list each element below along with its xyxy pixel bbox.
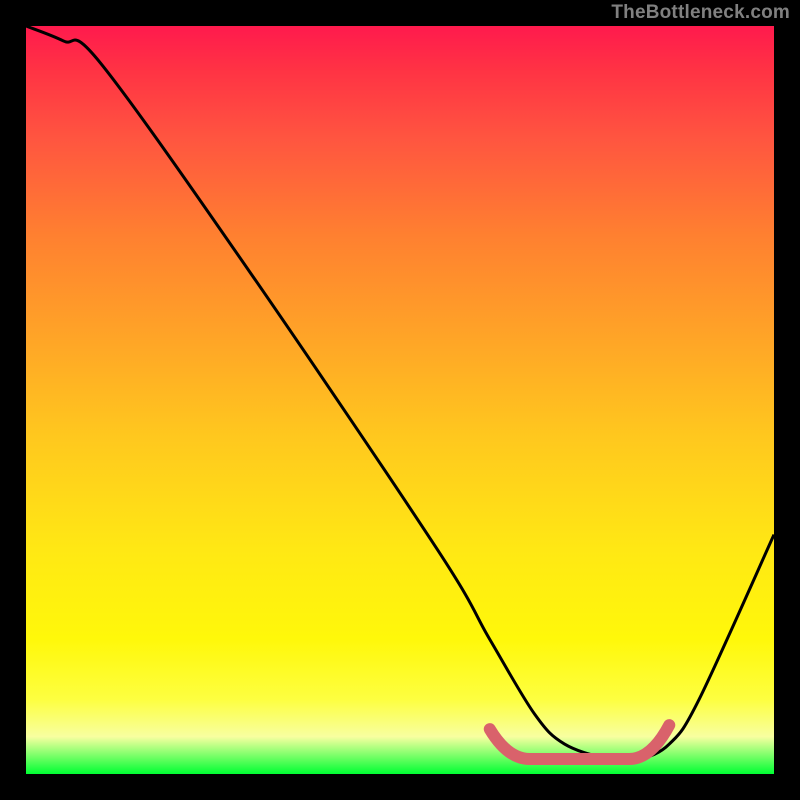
plot-area	[26, 26, 774, 774]
bottleneck-curve	[26, 26, 774, 761]
optimal-range-marker	[490, 725, 670, 759]
curve-layer	[26, 26, 774, 774]
watermark-text: TheBottleneck.com	[611, 2, 790, 24]
chart-container: TheBottleneck.com	[0, 0, 800, 800]
